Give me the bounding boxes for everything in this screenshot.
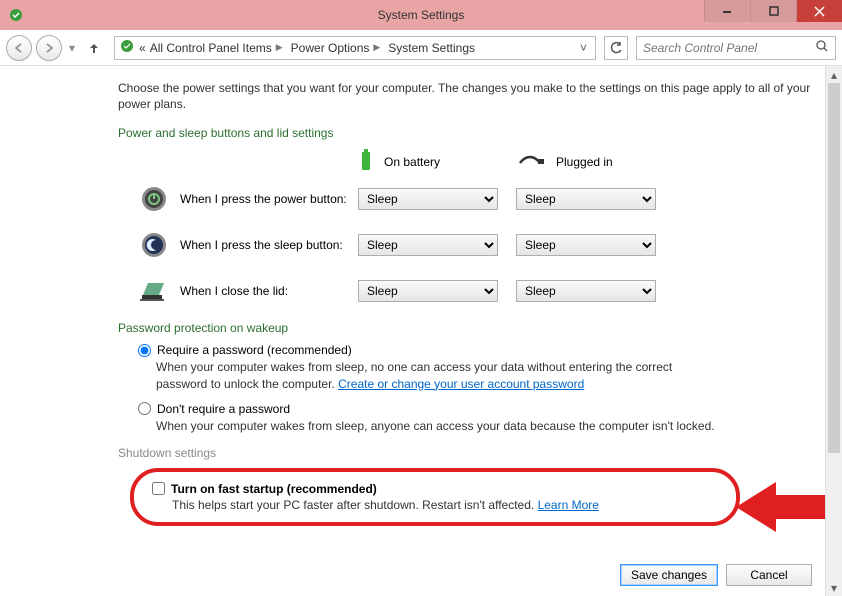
power-plugged-select[interactable]: Sleep [516,188,656,210]
require-password-desc: When your computer wakes from sleep, no … [156,359,716,391]
close-button[interactable] [796,0,842,22]
no-password-label: Don't require a password [157,402,290,416]
address-bar[interactable]: « All Control Panel Items ▶ Power Options… [114,36,596,60]
intro-text: Choose the power settings that you want … [118,80,812,112]
fast-startup-desc: This helps start your PC faster after sh… [152,498,718,512]
col-battery-label: On battery [384,155,440,169]
account-password-link[interactable]: Create or change your user account passw… [338,377,584,391]
power-button-label: When I press the power button: [180,192,358,206]
search-box[interactable] [636,36,836,60]
require-password-label: Require a password (recommended) [157,343,352,357]
fast-startup-label: Turn on fast startup (recommended) [171,482,377,496]
chevron-right-icon: ▶ [373,42,380,53]
col-plugged-label: Plugged in [556,155,613,169]
main-content: Choose the power settings that you want … [0,66,842,596]
sleep-icon [138,229,170,261]
lid-row: When I close the lid: Sleep Sleep [138,275,812,307]
breadcrumb-item[interactable]: All Control Panel Items ▶ [150,41,287,55]
sleep-button-label: When I press the sleep button: [180,238,358,252]
window-title: System Settings [378,8,465,22]
require-password-radio[interactable] [138,344,151,357]
save-button[interactable]: Save changes [620,564,718,586]
address-dropdown-icon[interactable]: ˅ [576,41,591,55]
breadcrumb-label: System Settings [388,41,475,55]
lid-battery-select[interactable]: Sleep [358,280,498,302]
search-input[interactable] [643,41,815,55]
titlebar: System Settings [0,0,842,30]
maximize-button[interactable] [750,0,796,22]
breadcrumb-prefix: « [139,41,146,55]
power-battery-select[interactable]: Sleep [358,188,498,210]
window-controls [704,0,842,22]
section-heading: Power and sleep buttons and lid settings [118,126,812,140]
search-icon [815,39,829,56]
sleep-button-row: When I press the sleep button: Sleep Sle… [138,229,812,261]
lid-plugged-select[interactable]: Sleep [516,280,656,302]
forward-button[interactable] [36,35,62,61]
plug-icon [518,153,546,170]
scroll-thumb[interactable] [828,83,840,453]
fast-startup-highlight: Turn on fast startup (recommended) This … [130,468,740,526]
breadcrumb-item[interactable]: System Settings [388,41,475,55]
sleep-plugged-select[interactable]: Sleep [516,234,656,256]
section-heading: Shutdown settings [118,446,812,460]
column-headers: On battery Plugged in [118,148,812,175]
breadcrumb-item[interactable]: Power Options▶ [291,41,385,55]
scroll-down-icon[interactable]: ▾ [826,579,842,596]
button-row: Save changes Cancel [620,564,812,586]
cancel-button[interactable]: Cancel [726,564,812,586]
power-icon [138,183,170,215]
app-icon [8,7,24,23]
chevron-right-icon: ▶ [276,42,283,53]
require-password-radio-row: Require a password (recommended) [138,343,812,357]
no-password-radio-row: Don't require a password [138,402,812,416]
lid-label: When I close the lid: [180,284,358,298]
minimize-button[interactable] [704,0,750,22]
breadcrumb-label: All Control Panel Items [150,41,272,55]
no-password-radio[interactable] [138,402,151,415]
battery-icon [358,148,374,175]
history-dropdown-icon[interactable]: ▾ [66,41,78,55]
scrollbar[interactable]: ▴ ▾ [825,66,842,596]
sleep-battery-select[interactable]: Sleep [358,234,498,256]
nav-toolbar: ▾ « All Control Panel Items ▶ Power Optio… [0,30,842,66]
power-button-row: When I press the power button: Sleep Sle… [138,183,812,215]
laptop-icon [138,275,170,307]
fast-startup-checkbox[interactable] [152,482,165,495]
scroll-up-icon[interactable]: ▴ [826,66,842,83]
learn-more-link[interactable]: Learn More [538,498,599,512]
breadcrumb-label: Power Options [291,41,370,55]
back-button[interactable] [6,35,32,61]
section-heading: Password protection on wakeup [118,321,812,335]
up-button[interactable] [82,36,106,60]
refresh-button[interactable] [604,36,628,60]
app-icon-small [119,38,135,57]
no-password-desc: When your computer wakes from sleep, any… [156,418,716,434]
